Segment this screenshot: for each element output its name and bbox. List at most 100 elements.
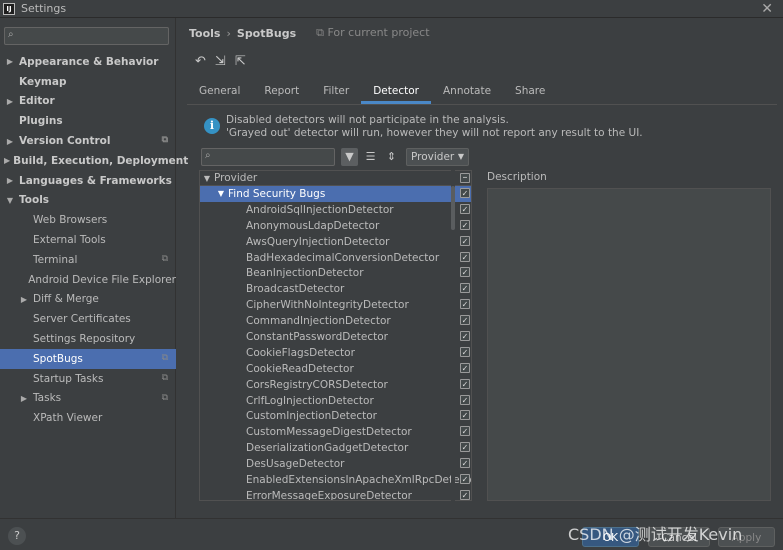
expanded-arrow-icon[interactable]: ▼	[4, 196, 16, 205]
tab-annotate[interactable]: Annotate	[431, 80, 503, 104]
sidebar-item-xpath-viewer[interactable]: XPath Viewer	[0, 408, 176, 428]
tab-detector[interactable]: Detector	[361, 80, 431, 104]
detector-row[interactable]: ConstantPasswordDetector ✓	[200, 329, 471, 345]
detector-row[interactable]: CommandInjectionDetector ✓	[200, 313, 471, 329]
detector-scrollbar[interactable]	[451, 170, 455, 501]
detector-row[interactable]: AndroidSqlInjectionDetector ✓	[200, 202, 471, 218]
detector-label: BeanInjectionDetector	[246, 267, 364, 280]
breadcrumb-parent[interactable]: Tools	[189, 27, 220, 40]
sidebar-item-tasks[interactable]: ▶ Tasks ⧉	[0, 389, 176, 409]
detector-row[interactable]: CustomMessageDigestDetector ✓	[200, 424, 471, 440]
sidebar-item-keymap[interactable]: Keymap	[0, 72, 176, 92]
detector-checkbox[interactable]: ✓	[460, 378, 470, 389]
sidebar-item-android-device-file-explorer[interactable]: Android Device File Explorer	[0, 270, 176, 290]
tab-share[interactable]: Share	[503, 80, 557, 104]
collapsed-arrow-icon[interactable]: ▶	[4, 156, 10, 165]
detector-checkbox[interactable]: ✓	[460, 474, 470, 485]
detector-row[interactable]: CookieFlagsDetector ✓	[200, 345, 471, 361]
group-row[interactable]: ▼ Find Security Bugs ✓	[200, 186, 471, 202]
detector-label: DesUsageDetector	[246, 458, 345, 471]
close-icon[interactable]: ✕	[761, 1, 773, 17]
detector-row[interactable]: BeanInjectionDetector ✓	[200, 265, 471, 281]
sidebar-item-label: Languages & Frameworks	[19, 174, 172, 187]
detector-row[interactable]: CrlfLogInjectionDetector ✓	[200, 393, 471, 409]
scrollbar-thumb[interactable]	[451, 186, 455, 230]
description-panel	[487, 188, 771, 501]
collapsed-arrow-icon[interactable]: ▶	[4, 137, 16, 146]
collapsed-arrow-icon[interactable]: ▶	[18, 394, 30, 403]
sidebar-item-appearance-behavior[interactable]: ▶ Appearance & Behavior	[0, 52, 176, 72]
detector-checkbox[interactable]: ✓	[460, 489, 470, 500]
detector-checkbox[interactable]: ✓	[460, 299, 470, 310]
sidebar-item-tools[interactable]: ▼ Tools	[0, 191, 176, 211]
sidebar-item-diff-merge[interactable]: ▶ Diff & Merge	[0, 290, 176, 310]
group-by-dropdown[interactable]: Provider ▼	[406, 148, 469, 166]
detector-row[interactable]: DeserializationGadgetDetector ✓	[200, 440, 471, 456]
sidebar-item-web-browsers[interactable]: Web Browsers	[0, 210, 176, 230]
import-icon[interactable]: ⇲	[215, 54, 226, 69]
detector-row[interactable]: CustomInjectionDetector ✓	[200, 408, 471, 424]
description-label: Description	[487, 171, 547, 183]
undo-icon[interactable]: ↶	[195, 54, 206, 69]
sidebar-item-spotbugs[interactable]: SpotBugs ⧉	[0, 348, 176, 369]
detector-checkbox[interactable]: ✓	[460, 219, 470, 230]
collapse-arrow-icon[interactable]: ▼	[200, 174, 214, 183]
detector-checkbox[interactable]: ✓	[460, 267, 470, 278]
detector-row[interactable]: CookieReadDetector ✓	[200, 361, 471, 377]
help-button[interactable]: ?	[8, 527, 26, 545]
detector-checkbox[interactable]: ✓	[460, 394, 470, 405]
sidebar-item-terminal[interactable]: Terminal ⧉	[0, 250, 176, 270]
detector-label: CorsRegistryCORSDetector	[246, 378, 388, 391]
detector-row[interactable]: DesUsageDetector ✓	[200, 456, 471, 472]
detector-checkbox[interactable]: ✓	[460, 458, 470, 469]
sidebar-item-build-execution-deployment[interactable]: ▶ Build, Execution, Deployment	[0, 151, 188, 171]
detector-row[interactable]: CipherWithNoIntegrityDetector ✓	[200, 297, 471, 313]
sidebar-item-settings-repository[interactable]: Settings Repository	[0, 329, 176, 349]
detector-row[interactable]: EnabledExtensionsInApacheXmlRpcDetector ✓	[200, 472, 471, 488]
detector-checkbox[interactable]: ✓	[460, 410, 470, 421]
collapsed-arrow-icon[interactable]: ▶	[4, 97, 16, 106]
detector-row[interactable]: BadHexadecimalConversionDetector ✓	[200, 250, 471, 266]
sidebar-item-editor[interactable]: ▶ Editor	[0, 92, 176, 112]
filter-icon[interactable]: ▼	[341, 148, 358, 166]
sidebar-item-startup-tasks[interactable]: Startup Tasks ⧉	[0, 369, 176, 389]
detector-row[interactable]: CorsRegistryCORSDetector ✓	[200, 377, 471, 393]
detector-checkbox[interactable]: ✓	[460, 203, 470, 214]
detector-row[interactable]: ErrorMessageExposureDetector ✓	[200, 488, 471, 500]
sidebar-item-server-certificates[interactable]: Server Certificates	[0, 309, 176, 329]
collapse-all-icon[interactable]: ⇕	[383, 148, 400, 166]
collapsed-arrow-icon[interactable]: ▶	[18, 295, 30, 304]
group-checkbox[interactable]: ✓	[460, 188, 470, 198]
tab-filter[interactable]: Filter	[311, 80, 361, 104]
info-message: i Disabled detectors will not participat…	[204, 114, 765, 140]
sidebar-item-plugins[interactable]: Plugins	[0, 111, 176, 131]
project-note: ⧉ For current project	[316, 26, 429, 40]
detector-checkbox[interactable]: ✓	[460, 331, 470, 342]
sidebar-item-version-control[interactable]: ▶ Version Control ⧉	[0, 131, 176, 151]
detector-checkbox[interactable]: ✓	[460, 235, 470, 246]
collapsed-arrow-icon[interactable]: ▶	[4, 57, 16, 66]
detector-checkbox[interactable]: ✓	[460, 315, 470, 326]
detector-checkbox[interactable]: ✓	[460, 346, 470, 357]
detector-checkbox[interactable]: ✓	[460, 426, 470, 437]
sidebar-item-external-tools[interactable]: External Tools	[0, 230, 176, 250]
detector-row[interactable]: AnonymousLdapDetector ✓	[200, 218, 471, 234]
tab-report[interactable]: Report	[252, 80, 311, 104]
tab-general[interactable]: General	[187, 80, 252, 104]
detector-checkbox[interactable]: ✓	[460, 442, 470, 453]
sidebar-item-languages-frameworks[interactable]: ▶ Languages & Frameworks	[0, 171, 176, 191]
collapse-arrow-icon[interactable]: ▼	[214, 189, 228, 198]
detector-checkbox[interactable]: ✓	[460, 283, 470, 294]
settings-search-input[interactable]: ⌕	[4, 27, 169, 45]
detector-row[interactable]: AwsQueryInjectionDetector ✓	[200, 234, 471, 250]
detector-search-input[interactable]: ⌕	[201, 148, 335, 166]
detector-row[interactable]: BroadcastDetector ✓	[200, 281, 471, 297]
detector-checkbox[interactable]: ✓	[460, 362, 470, 373]
provider-checkbox[interactable]: –	[460, 173, 470, 183]
sidebar-item-label: Android Device File Explorer	[28, 273, 176, 286]
detector-checkbox[interactable]: ✓	[460, 251, 470, 262]
collapsed-arrow-icon[interactable]: ▶	[4, 176, 16, 185]
provider-header[interactable]: ▼ Provider –	[200, 171, 471, 186]
export-icon[interactable]: ⇱	[235, 54, 246, 69]
expand-all-icon[interactable]: ☰	[362, 148, 379, 166]
